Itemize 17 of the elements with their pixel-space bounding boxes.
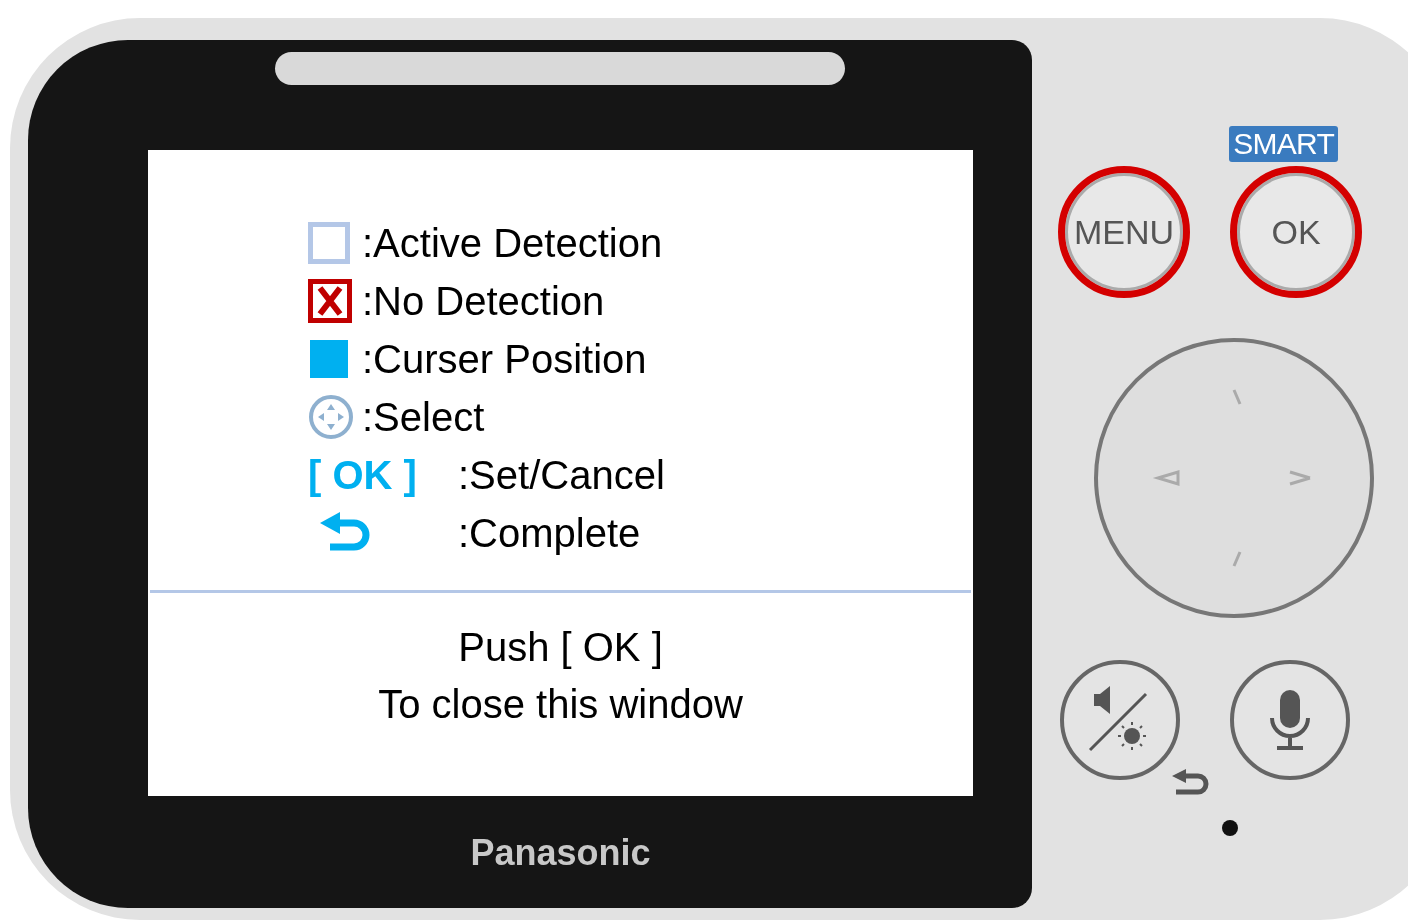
instruction-text: To close this window <box>378 681 743 728</box>
instruction-text: Push [ OK ] <box>458 624 663 671</box>
legend-label: :Curser Position <box>362 339 647 379</box>
smart-badge: SMART <box>1229 126 1338 162</box>
legend-label: :Select <box>362 397 485 437</box>
legend-label: :Active Detection <box>362 223 663 263</box>
direction-pad-icon <box>308 394 354 440</box>
legend-label: :Set/Cancel <box>458 455 665 495</box>
hardware-button[interactable]: MENU <box>1058 166 1190 298</box>
ok-key-label: [ OK ] <box>308 455 417 495</box>
empty-square-icon <box>308 222 350 264</box>
brand-logo: Panasonic <box>470 831 651 875</box>
hardware-button[interactable]: OK <box>1230 166 1362 298</box>
filled-square-icon <box>310 340 348 378</box>
legend-label: :No Detection <box>362 281 605 321</box>
x-square-icon <box>308 279 352 323</box>
legend-label: :Complete <box>458 513 641 553</box>
